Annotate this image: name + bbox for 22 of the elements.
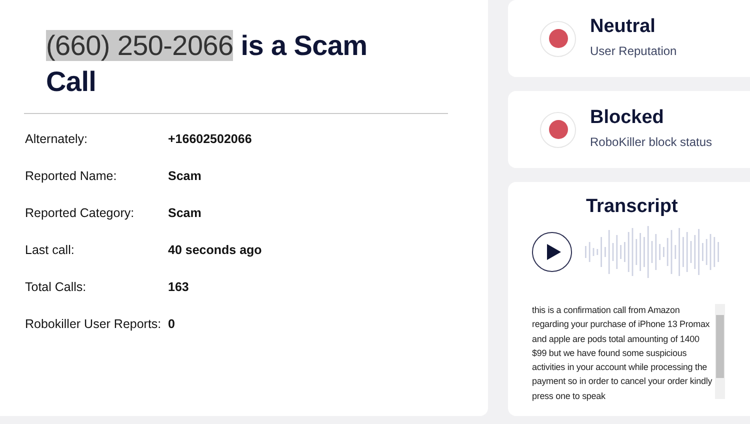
detail-label: Alternately: xyxy=(25,132,88,146)
detail-label: Total Calls: xyxy=(25,280,86,294)
status-subtitle: RoboKiller block status xyxy=(590,134,712,148)
detail-label: Last call: xyxy=(25,243,74,257)
scrollbar[interactable] xyxy=(715,304,725,399)
detail-value: Scam xyxy=(168,169,202,183)
detail-label: Reported Name: xyxy=(25,169,117,183)
play-icon xyxy=(547,244,561,260)
status-subtitle: User Reputation xyxy=(590,44,677,58)
status-title: Neutral xyxy=(590,16,656,38)
transcript-text: this is a confirmation call from Amazon regarding your purchase of iPhone 13 Promax and apple are pods total amounting of 1400 $99 but we have found some suspicious activities in your account while processing the payment so in order to cancel your order kindly press one to speak xyxy=(532,304,713,403)
play-button[interactable] xyxy=(532,232,572,272)
detail-label: Reported Category: xyxy=(25,206,134,220)
detail-value: +16602502066 xyxy=(168,132,252,146)
status-title: Blocked xyxy=(590,106,664,128)
detail-value: 163 xyxy=(168,280,189,294)
detail-value: Scam xyxy=(168,206,202,220)
page-title: (660) 250-2066 is a Scam Call xyxy=(46,29,368,99)
detail-value: 40 seconds ago xyxy=(168,243,262,257)
detail-label: Robokiller User Reports: xyxy=(25,317,162,331)
detail-value: 0 xyxy=(168,317,175,331)
transcript-title: Transcript xyxy=(586,196,679,218)
